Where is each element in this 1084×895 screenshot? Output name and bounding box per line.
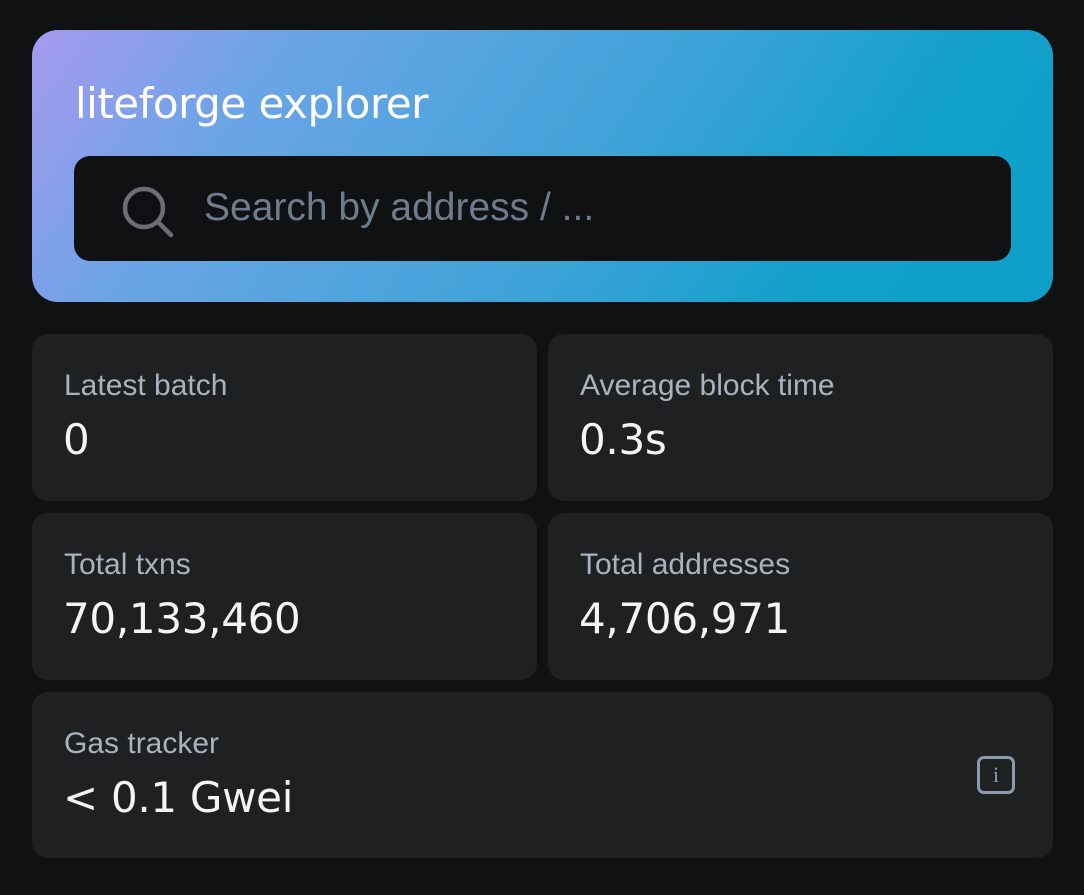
stat-label: Total txns [64,548,191,581]
stat-label: Total addresses [580,548,791,581]
stat-label: Gas tracker [64,727,220,760]
stat-card-total-addresses: Total addresses 4,706,971 [548,513,1053,680]
stat-value: < 0.1 Gwei [63,773,294,822]
search-bar[interactable] [74,156,1011,261]
stat-value: 70,133,460 [63,594,301,643]
info-glyph: i [992,762,1000,787]
stat-value: 4,706,971 [579,594,791,643]
stat-label: Average block time [580,369,835,402]
hero-banner: liteforge explorer [32,30,1053,302]
stat-label: Latest batch [64,369,228,402]
search-icon [122,186,174,238]
stat-card-gas-tracker: Gas tracker < 0.1 Gwei i [32,692,1053,858]
stat-value: 0.3s [579,415,667,464]
search-input[interactable] [204,178,984,238]
stat-card-total-txns: Total txns 70,133,460 [32,513,537,680]
stat-card-latest-batch: Latest batch 0 [32,334,537,501]
stat-card-average-block-time: Average block time 0.3s [548,334,1053,501]
info-icon[interactable]: i [977,756,1015,794]
page-title: liteforge explorer [75,79,428,128]
stat-value: 0 [63,415,90,464]
